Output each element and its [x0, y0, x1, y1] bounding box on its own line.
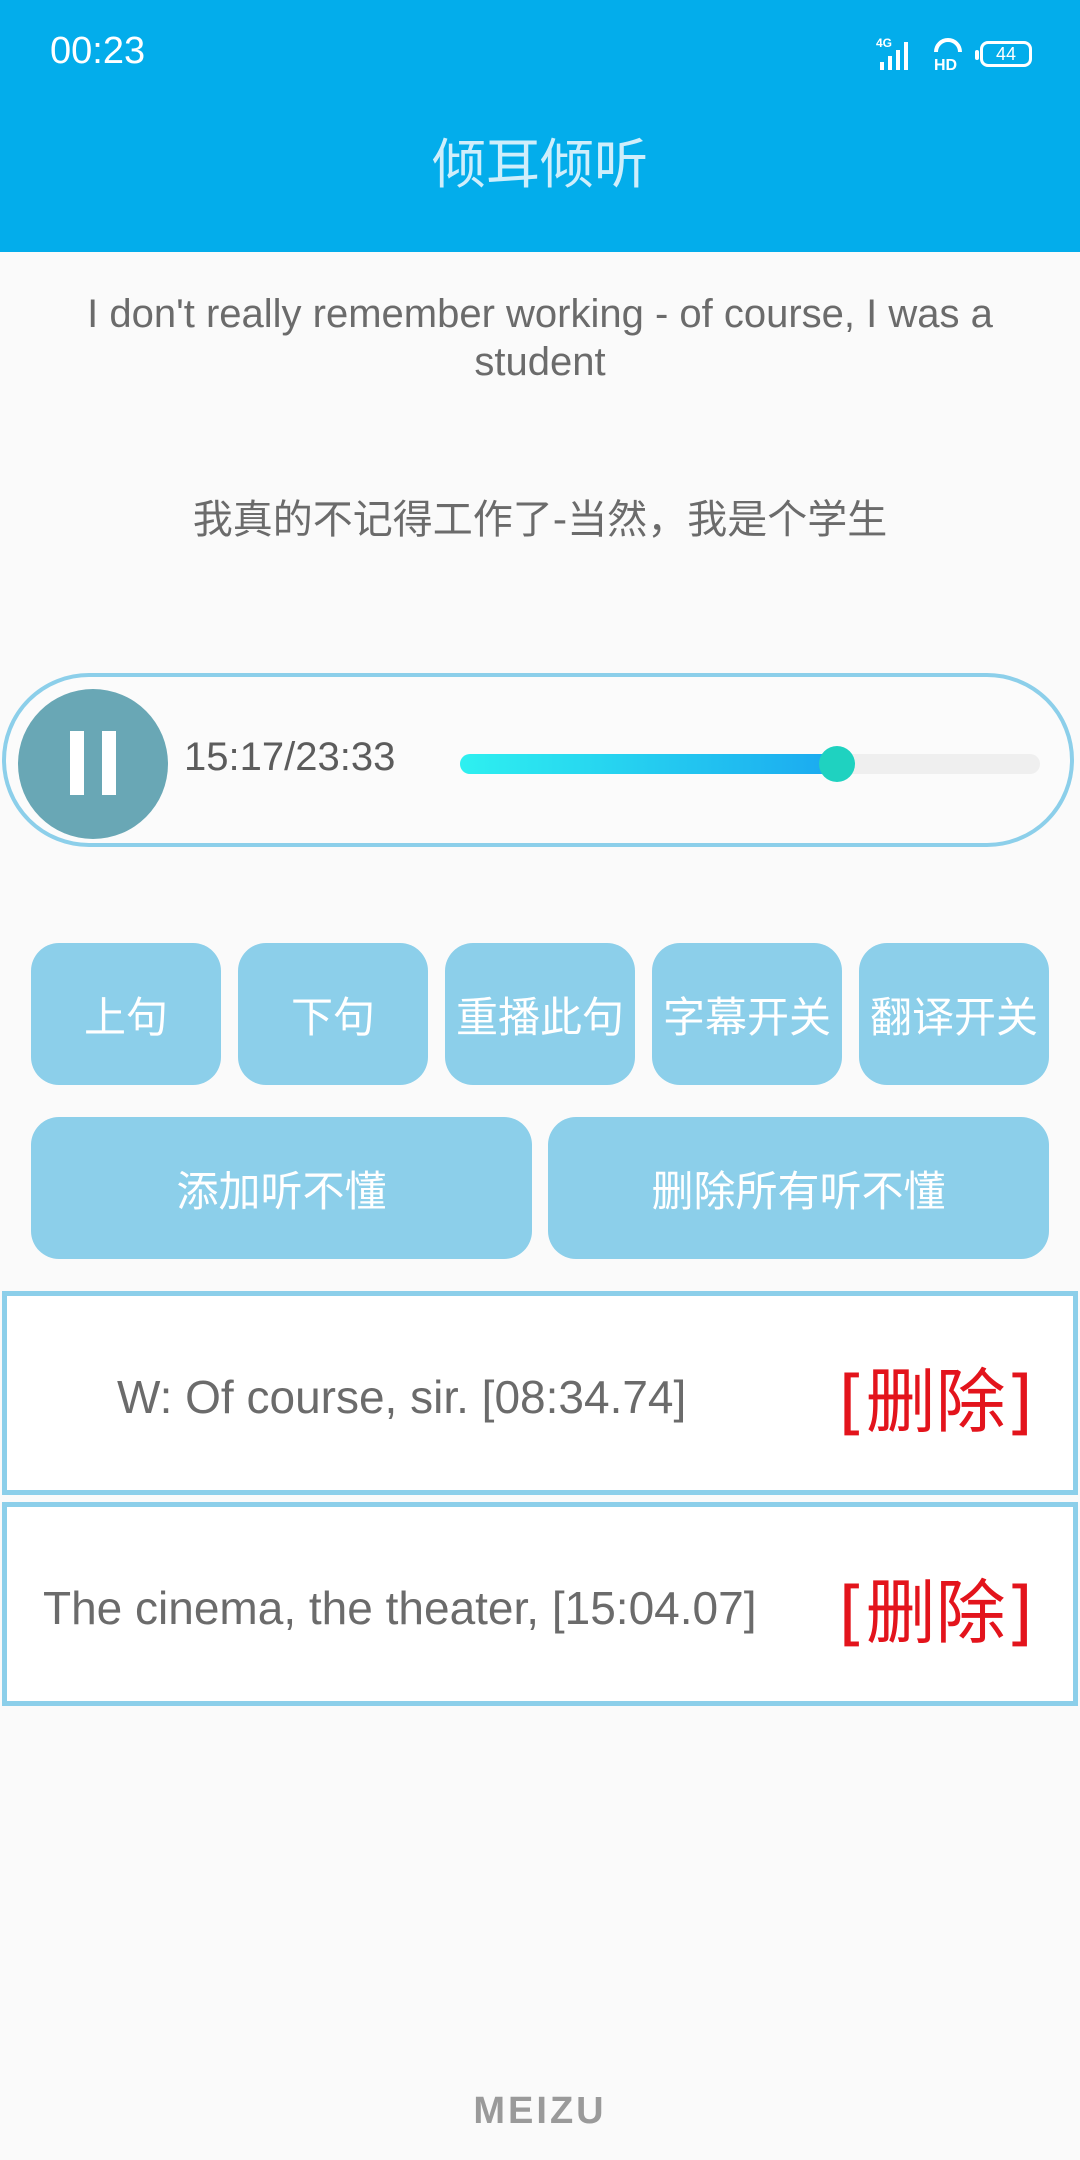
signal-icon: 4G [876, 36, 908, 70]
delete-all-unclear-button[interactable]: 删除所有听不懂 [548, 1117, 1049, 1259]
list-item[interactable]: The cinema, the theater, [15:04.07] [删除] [2, 1502, 1078, 1706]
pause-icon [70, 731, 84, 795]
delete-button[interactable]: [删除] [838, 1346, 1033, 1447]
status-time: 00:23 [50, 30, 146, 72]
hd-voice-icon: HD [934, 38, 962, 72]
next-sentence-button[interactable]: 下句 [238, 943, 428, 1085]
brand-logo: MEIZU [473, 2090, 607, 2132]
audio-player: 15:17/23:33 [2, 673, 1074, 847]
battery-level: 44 [995, 43, 1017, 64]
subtitle-toggle-button[interactable]: 字幕开关 [652, 943, 842, 1085]
progress-thumb[interactable] [819, 746, 855, 782]
add-unclear-button[interactable]: 添加听不懂 [31, 1117, 532, 1259]
status-icons: 4G HD 44 [876, 34, 1032, 74]
translation-toggle-button[interactable]: 翻译开关 [859, 943, 1049, 1085]
app-header: 00:23 4G HD 44 倾耳倾听 [0, 0, 1080, 252]
network-label: 4G [876, 36, 892, 50]
play-pause-button[interactable] [18, 689, 168, 839]
list-item-text: The cinema, the theater, [15:04.07] [43, 1582, 757, 1634]
prev-sentence-button[interactable]: 上句 [31, 943, 221, 1085]
progress-slider[interactable] [460, 746, 1040, 782]
hd-label: HD [934, 57, 957, 72]
delete-button[interactable]: [删除] [838, 1557, 1033, 1658]
time-readout: 15:17/23:33 [184, 735, 396, 779]
list-item[interactable]: W: Of course, sir. [08:34.74] [删除] [2, 1291, 1078, 1495]
pause-icon [102, 731, 116, 795]
battery-icon: 44 [975, 41, 1032, 67]
list-item-text: W: Of course, sir. [08:34.74] [117, 1371, 687, 1423]
app-screen: 00:23 4G HD 44 倾耳倾听 I don't really remem… [0, 0, 1080, 2160]
replay-sentence-button[interactable]: 重播此句 [445, 943, 635, 1085]
subtitle-chinese: 我真的不记得工作了-当然，我是个学生 [192, 497, 888, 543]
page-title: 倾耳倾听 [432, 133, 648, 196]
subtitle-english: I don't really remember working - of cou… [87, 292, 993, 384]
progress-fill [460, 754, 837, 774]
